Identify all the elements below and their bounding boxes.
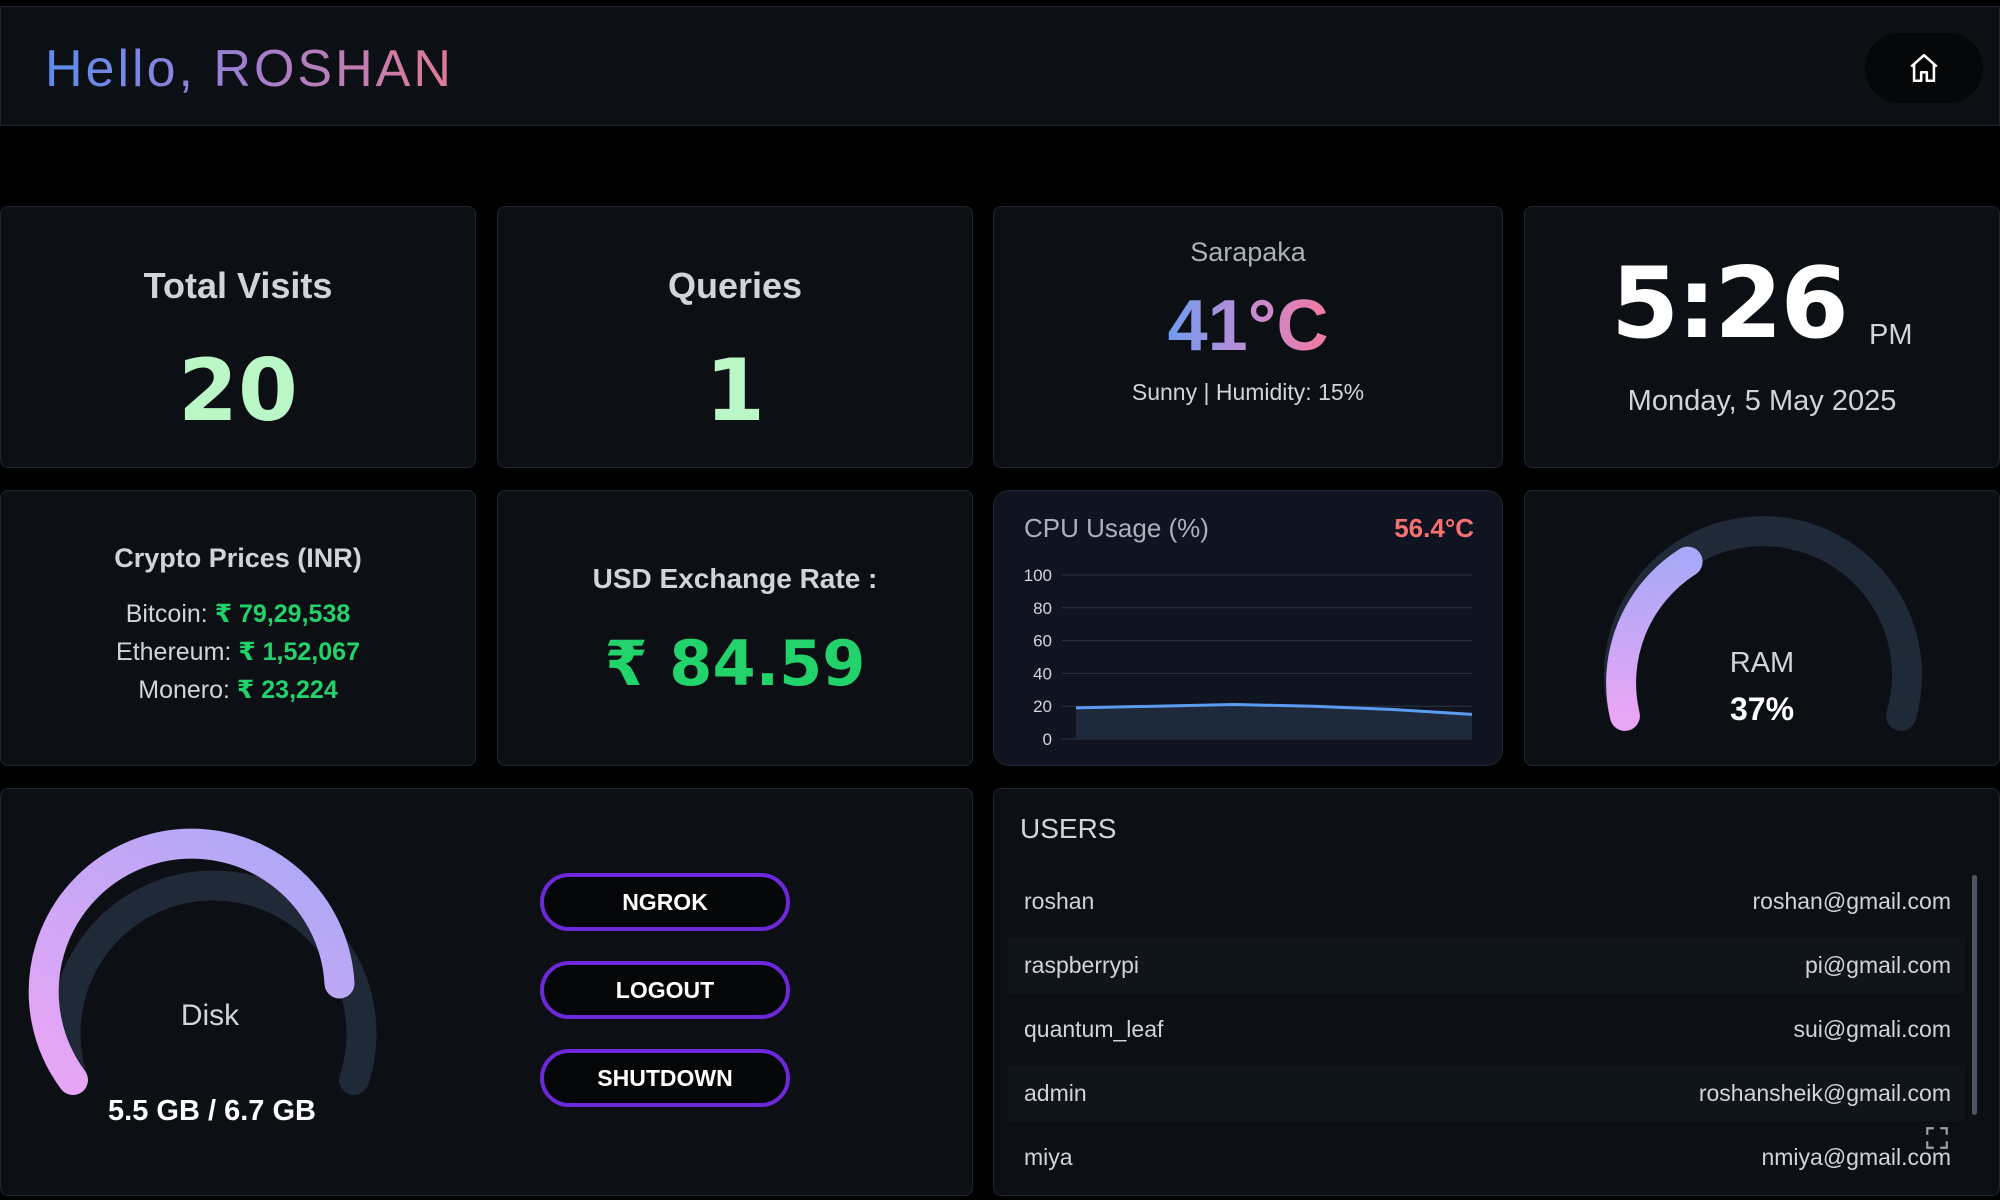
user-row[interactable]: roshan roshan@gmail.com bbox=[1008, 873, 1965, 929]
weather-details: Sunny | Humidity: 15% bbox=[1131, 379, 1365, 405]
user-row[interactable]: admin roshansheik@gmail.com bbox=[1008, 1065, 1965, 1121]
expand-icon[interactable] bbox=[1924, 1125, 1950, 1151]
total-visits-title: Total Visits bbox=[143, 265, 333, 306]
users-card: USERS roshan roshan@gmail.com raspberryp… bbox=[993, 788, 2000, 1196]
cpu-card: CPU Usage (%) 56.4°C 100 80 60 40 20 0 bbox=[993, 490, 1503, 766]
crypto-card: Crypto Prices (INR) Bitcoin: ₹ 79,29,538… bbox=[0, 490, 476, 766]
ram-value: 37% bbox=[1729, 691, 1795, 727]
user-name: raspberrypi bbox=[1024, 951, 1140, 978]
clock-card: 5:26 PM Monday, 5 May 2025 bbox=[1524, 206, 2000, 468]
y-tick-label: 0 bbox=[1043, 730, 1052, 749]
user-row[interactable]: raspberrypi pi@gmail.com bbox=[1008, 937, 1965, 993]
total-visits-value: 20 bbox=[178, 341, 298, 441]
crypto-row-bitcoin: Bitcoin: ₹ 79,29,538 bbox=[1, 599, 475, 629]
y-tick-label: 60 bbox=[1033, 632, 1052, 651]
logout-button[interactable]: LOGOUT bbox=[540, 961, 790, 1019]
weather-location: Sarapaka bbox=[1190, 237, 1306, 267]
exchange-value: ₹ 84.59 bbox=[604, 627, 866, 700]
disk-label: Disk bbox=[180, 999, 240, 1032]
ram-label: RAM bbox=[1729, 647, 1795, 679]
queries-value: 1 bbox=[705, 341, 765, 441]
user-email: sui@gmali.com bbox=[1793, 1015, 1951, 1042]
user-email: pi@gmail.com bbox=[1804, 951, 1951, 978]
clock-ampm: PM bbox=[1869, 319, 1913, 351]
user-name: roshan bbox=[1024, 887, 1095, 914]
weather-temperature: 41°C bbox=[1167, 286, 1329, 366]
crypto-row-ethereum: Ethereum: ₹ 1,52,067 bbox=[1, 637, 475, 667]
clock-time: 5:26 bbox=[1611, 247, 1849, 361]
cpu-usage-chart: 100 80 60 40 20 0 bbox=[1024, 566, 1473, 749]
y-tick-label: 40 bbox=[1033, 664, 1052, 683]
disk-actions-card: Disk 5.5 GB / 6.7 GB NGROK LOGOUT SHUTDO… bbox=[0, 788, 973, 1196]
greeting-title: Hello, ROSHAN bbox=[45, 40, 454, 98]
queries-card: Queries 1 bbox=[497, 206, 973, 468]
y-tick-label: 20 bbox=[1033, 697, 1052, 716]
crypto-value: ₹ 23,224 bbox=[236, 676, 338, 704]
crypto-row-monero: Monero: ₹ 23,224 bbox=[1, 675, 475, 705]
crypto-value: ₹ 79,29,538 bbox=[214, 600, 351, 628]
total-visits-card: Total Visits 20 bbox=[0, 206, 476, 468]
exchange-card: USD Exchange Rate : ₹ 84.59 bbox=[497, 490, 973, 766]
users-scrollbar[interactable] bbox=[1972, 875, 1977, 1115]
disk-value: 5.5 GB / 6.7 GB bbox=[108, 1095, 316, 1127]
y-tick-label: 80 bbox=[1033, 599, 1052, 618]
user-email: roshan@gmail.com bbox=[1752, 887, 1951, 914]
users-list[interactable]: roshan roshan@gmail.com raspberrypi pi@g… bbox=[994, 873, 2000, 1197]
user-name: admin bbox=[1024, 1079, 1087, 1106]
y-tick-label: 100 bbox=[1024, 566, 1052, 585]
exchange-title: USD Exchange Rate : bbox=[592, 563, 878, 594]
top-bar: Hello, ROSHAN bbox=[0, 6, 2000, 126]
ram-card: RAM 37% bbox=[1524, 490, 2000, 766]
weather-card: Sarapaka 41°C Sunny | Humidity: 15% bbox=[993, 206, 1503, 468]
shutdown-button[interactable]: SHUTDOWN bbox=[540, 1049, 790, 1107]
clock-date: Monday, 5 May 2025 bbox=[1627, 385, 1897, 417]
crypto-label: Ethereum: bbox=[116, 638, 232, 666]
user-email: roshansheik@gmail.com bbox=[1698, 1079, 1951, 1106]
crypto-label: Bitcoin: bbox=[125, 600, 208, 628]
crypto-label: Monero: bbox=[138, 676, 230, 704]
user-row[interactable]: quantum_leaf sui@gmali.com bbox=[1008, 1001, 1965, 1057]
home-icon bbox=[1910, 53, 1938, 83]
ngrok-button[interactable]: NGROK bbox=[540, 873, 790, 931]
crypto-title: Crypto Prices (INR) bbox=[114, 543, 362, 573]
disk-gauge bbox=[28, 828, 377, 1095]
crypto-value: ₹ 1,52,067 bbox=[238, 638, 360, 666]
queries-title: Queries bbox=[667, 265, 803, 306]
users-title: USERS bbox=[1020, 813, 1117, 844]
home-button[interactable] bbox=[1865, 33, 1983, 103]
user-row[interactable]: miya nmiya@gmail.com bbox=[1008, 1129, 1965, 1185]
ram-gauge-track bbox=[1604, 516, 1922, 731]
user-email: nmiya@gmail.com bbox=[1761, 1143, 1951, 1170]
user-name: quantum_leaf bbox=[1024, 1015, 1164, 1042]
user-name: miya bbox=[1024, 1143, 1073, 1170]
